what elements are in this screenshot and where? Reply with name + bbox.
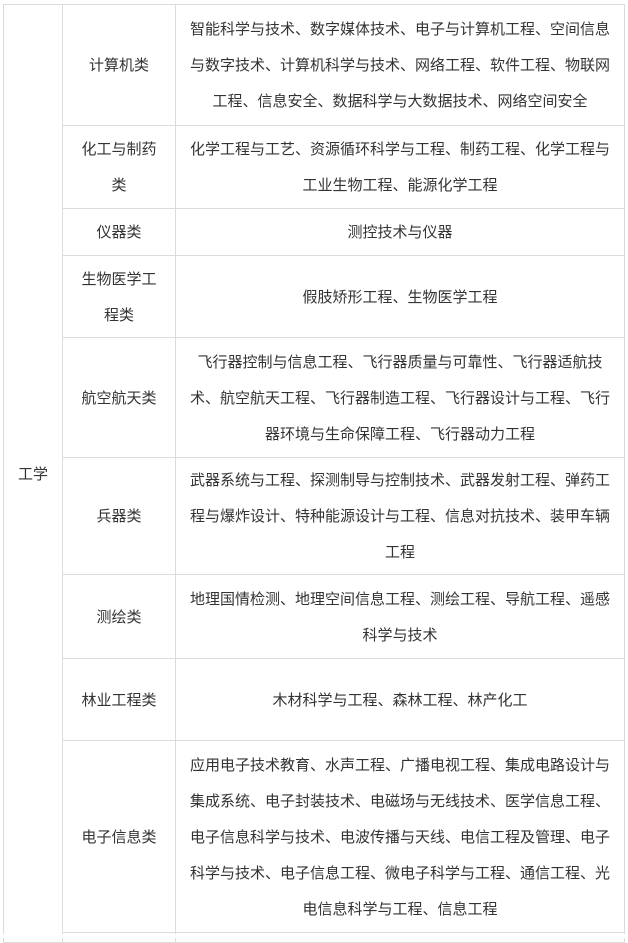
majors-cell: 武器系统与工程、探测制导与控制技术、武器发射工程、弹药工程与爆炸设计、特种能源设… (175, 457, 625, 575)
majors-cell: 木材科学与工程、森林工程、林产化工 (175, 658, 625, 741)
category-cell: 兵器类 (62, 457, 176, 575)
category-cell: 化工与制药类 (62, 125, 176, 209)
table-row: 电子信息类 应用电子技术教育、水声工程、广播电视工程、集成电路设计与集成系统、电… (4, 740, 625, 933)
table-row: 仪器类 测控技术与仪器 (4, 208, 625, 256)
category-cell: 测绘类 (62, 574, 176, 659)
category-cell: 生物医学工程类 (62, 255, 176, 338)
table-row: 工学 计算机类 智能科学与技术、数字媒体技术、电子与计算机工程、空间信息与数字技… (3, 4, 625, 943)
category-cell: 林业工程类 (62, 658, 176, 741)
majors-table: 工学 计算机类 智能科学与技术、数字媒体技术、电子与计算机工程、空间信息与数字技… (3, 4, 625, 943)
majors-cell: 智能科学与技术、数字媒体技术、电子与计算机工程、空间信息与数字技术、计算机科学与… (175, 4, 625, 126)
table-row: 化工与制药类 化学工程与工艺、资源循环科学与工程、制药工程、化学工程与工业生物工… (4, 125, 625, 209)
discipline-cell: 工学 (3, 4, 63, 943)
majors-cell: 化学工程与工艺、资源循环科学与工程、制药工程、化学工程与工业生物工程、能源化学工… (175, 125, 625, 209)
table-row: 兵器类 武器系统与工程、探测制导与控制技术、武器发射工程、弹药工程与爆炸设计、特… (4, 457, 625, 575)
majors-cell: 应用电子技术教育、水声工程、广播电视工程、集成电路设计与集成系统、电子封装技术、… (175, 740, 625, 933)
table-row: 生物医学工程类 假肢矫形工程、生物医学工程 (4, 255, 625, 338)
table-row: 航空航天类 飞行器控制与信息工程、飞行器质量与可靠性、飞行器适航技术、航空航天工… (4, 337, 625, 458)
majors-cell: 假肢矫形工程、生物医学工程 (175, 255, 625, 338)
table-row: 测绘类 地理国情检测、地理空间信息工程、测绘工程、导航工程、遥感科学与技术 (4, 574, 625, 659)
category-cell: 电子信息类 (62, 740, 176, 933)
table-row: 林业工程类 木材科学与工程、森林工程、林产化工 (4, 658, 625, 741)
page-edge (0, 934, 628, 938)
majors-cell: 地理国情检测、地理空间信息工程、测绘工程、导航工程、遥感科学与技术 (175, 574, 625, 659)
category-cell: 计算机类 (62, 4, 176, 126)
category-cell: 仪器类 (62, 208, 176, 256)
majors-cell: 测控技术与仪器 (175, 208, 625, 256)
majors-cell: 飞行器控制与信息工程、飞行器质量与可靠性、飞行器适航技术、航空航天工程、飞行器制… (175, 337, 625, 458)
category-cell: 航空航天类 (62, 337, 176, 458)
